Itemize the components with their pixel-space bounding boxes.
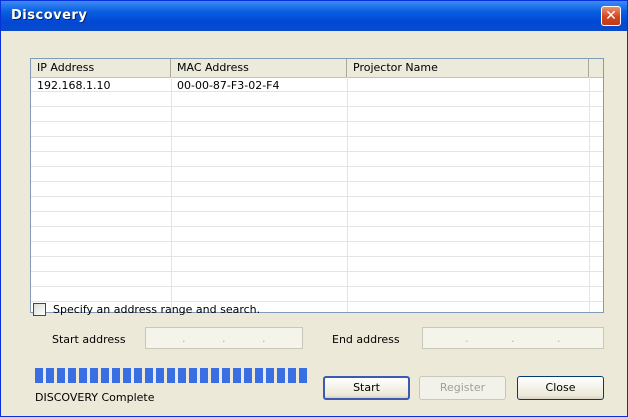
close-button[interactable]: Close — [517, 376, 604, 400]
status-text: DISCOVERY Complete — [35, 391, 155, 404]
window-title: Discovery — [11, 8, 88, 23]
progress-segment — [288, 368, 296, 383]
progress-segment — [233, 368, 241, 383]
progress-segment — [266, 368, 274, 383]
title-bar[interactable]: Discovery ✕ — [1, 1, 627, 31]
progress-segment — [68, 368, 76, 383]
column-divider — [347, 77, 348, 312]
discovery-dialog: Discovery ✕ IP Address MAC Address Proje… — [0, 0, 628, 417]
ip-separator: . — [557, 332, 561, 345]
ip-separator: . — [222, 332, 226, 345]
cell-mac-address: 00-00-87-F3-02-F4 — [177, 79, 280, 92]
table-row[interactable]: 192.168.1.10 00-00-87-F3-02-F4 — [31, 78, 603, 93]
cell-ip-address: 192.168.1.10 — [37, 79, 111, 92]
table-header: IP Address MAC Address Projector Name — [31, 59, 603, 78]
cell-projector-name — [347, 78, 589, 93]
column-divider — [589, 77, 590, 312]
progress-segment — [112, 368, 120, 383]
end-address-label: End address — [332, 333, 400, 346]
progress-segment — [299, 368, 307, 383]
progress-segment — [156, 368, 164, 383]
start-address-field[interactable]: . . . — [145, 327, 303, 349]
progress-segment — [200, 368, 208, 383]
close-icon: ✕ — [605, 8, 617, 24]
progress-segment — [145, 368, 153, 383]
register-button[interactable]: Register — [419, 376, 506, 400]
dialog-body: IP Address MAC Address Projector Name 19… — [1, 31, 627, 416]
progress-segment — [244, 368, 252, 383]
close-window-button[interactable]: ✕ — [601, 6, 621, 26]
progress-segment — [277, 368, 285, 383]
ip-separator: . — [465, 332, 469, 345]
progress-segment — [222, 368, 230, 383]
progress-segment — [211, 368, 219, 383]
column-header-projector-name[interactable]: Projector Name — [347, 59, 589, 77]
start-address-label: Start address — [52, 333, 126, 346]
address-range-label: Specify an address range and search. — [53, 303, 261, 316]
progress-segment — [35, 368, 43, 383]
column-header-filler — [589, 59, 603, 77]
ip-separator: . — [511, 332, 515, 345]
progress-segment — [46, 368, 54, 383]
column-header-ip-address[interactable]: IP Address — [31, 59, 171, 77]
progress-segment — [167, 368, 175, 383]
progress-segment — [189, 368, 197, 383]
discovery-progress-bar — [35, 368, 307, 383]
progress-segment — [79, 368, 87, 383]
device-list[interactable]: IP Address MAC Address Projector Name 19… — [30, 58, 604, 313]
end-address-field[interactable]: . . . — [422, 327, 604, 349]
progress-segment — [134, 368, 142, 383]
address-range-checkbox[interactable] — [33, 303, 46, 316]
progress-segment — [123, 368, 131, 383]
progress-segment — [178, 368, 186, 383]
start-button[interactable]: Start — [323, 376, 410, 400]
ip-separator: . — [182, 332, 186, 345]
column-header-mac-address[interactable]: MAC Address — [171, 59, 347, 77]
progress-segment — [255, 368, 263, 383]
column-divider — [171, 77, 172, 312]
progress-segment — [101, 368, 109, 383]
progress-segment — [57, 368, 65, 383]
progress-segment — [90, 368, 98, 383]
ip-separator: . — [262, 332, 266, 345]
table-grid — [31, 77, 603, 312]
